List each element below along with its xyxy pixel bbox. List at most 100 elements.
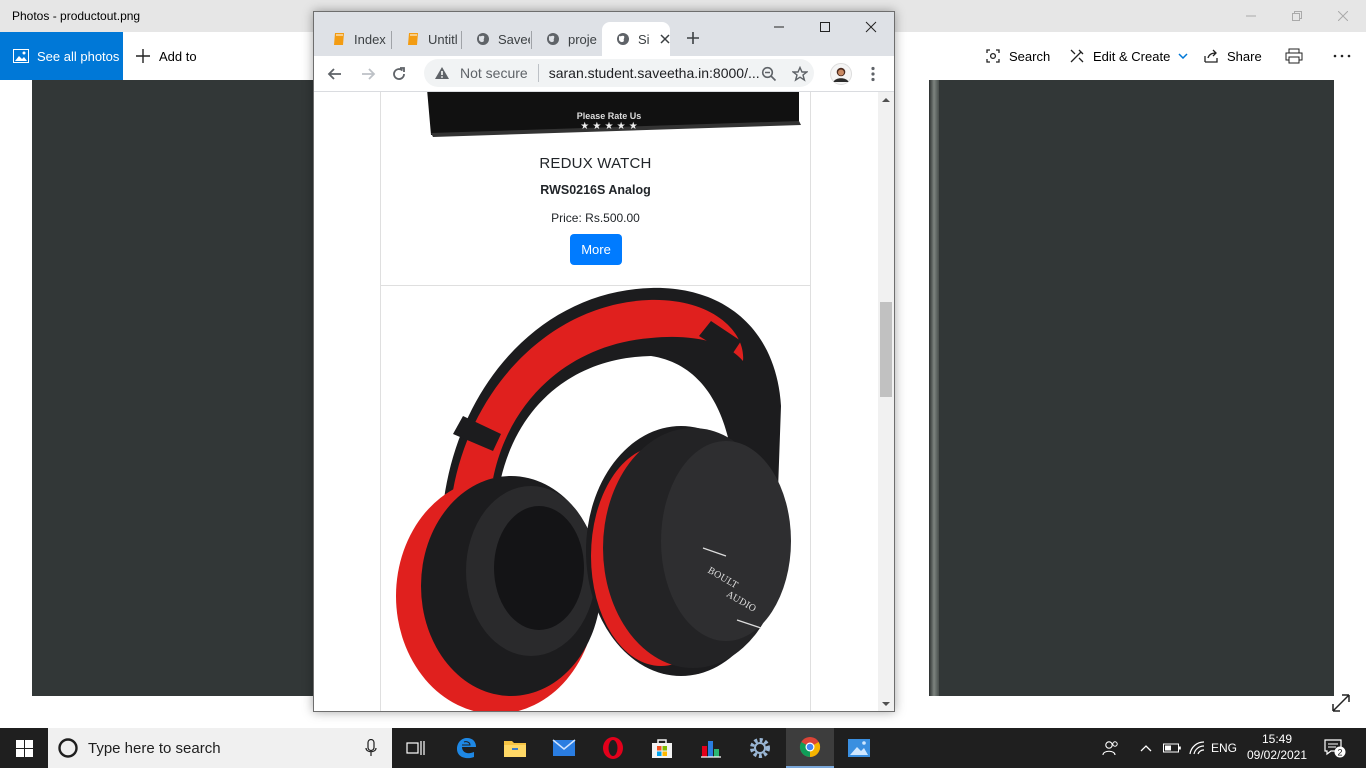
chrome-tab[interactable]: proje — [532, 22, 602, 56]
gear-icon — [750, 738, 770, 758]
chrome-maximize-button[interactable] — [812, 14, 838, 40]
tab-label: Index — [354, 31, 386, 47]
scroll-up-icon[interactable] — [878, 94, 894, 106]
zoom-button[interactable] — [756, 61, 782, 87]
taskbar-search-input[interactable]: Type here to search — [48, 728, 392, 768]
photos-app[interactable] — [835, 728, 883, 768]
opera-icon — [603, 737, 623, 759]
star-icon — [792, 66, 808, 82]
tab-label: Untitl — [428, 31, 458, 47]
reload-icon — [393, 67, 405, 80]
restore-button[interactable] — [1274, 0, 1320, 32]
scroll-down-icon[interactable] — [878, 698, 894, 710]
warning-icon — [435, 67, 449, 79]
photo-canvas-right — [929, 80, 1334, 696]
close-window-button[interactable] — [1320, 0, 1366, 32]
microphone-icon[interactable] — [365, 739, 377, 757]
avatar-icon — [830, 63, 852, 85]
start-button[interactable] — [0, 728, 48, 768]
show-hidden-icons-button[interactable] — [1136, 728, 1156, 768]
language-indicator[interactable]: ENG — [1210, 728, 1238, 768]
app-icon — [701, 741, 721, 758]
edit-create-button[interactable]: Edit & Create — [1069, 32, 1188, 80]
wifi-icon — [1189, 741, 1205, 755]
chrome-tab[interactable]: Index — [318, 22, 392, 56]
battery-icon — [1163, 743, 1181, 753]
print-button[interactable] — [1285, 32, 1303, 80]
action-center-button[interactable]: 2 — [1318, 728, 1352, 768]
search-button[interactable]: Search — [985, 32, 1050, 80]
photo-edge — [929, 80, 939, 696]
reload-button[interactable] — [386, 61, 412, 87]
more-options-button[interactable] — [1333, 32, 1351, 80]
scroll-thumb[interactable] — [880, 302, 892, 397]
tab-label: Savee — [498, 31, 530, 47]
chrome-menu-button[interactable] — [860, 61, 886, 87]
arrow-left-icon — [327, 68, 341, 80]
url-text: saran.student.saveetha.in:8000/... — [548, 65, 760, 81]
notification-count: 2 — [1337, 748, 1342, 758]
edit-create-label: Edit & Create — [1093, 48, 1171, 64]
minimize-button[interactable] — [1228, 0, 1274, 32]
headphone-image: BOULT AUDIO — [396, 287, 791, 711]
profile-avatar[interactable] — [828, 61, 854, 87]
edge-app[interactable] — [442, 728, 490, 768]
folder-icon — [504, 741, 526, 757]
more-button[interactable]: More — [570, 234, 622, 265]
chrome-close-button[interactable] — [858, 14, 884, 40]
search-placeholder: Type here to search — [88, 739, 221, 757]
forward-button[interactable] — [355, 61, 381, 87]
edge-icon — [457, 738, 476, 759]
opera-app[interactable] — [589, 728, 637, 768]
chevron-up-icon — [1140, 745, 1152, 752]
product-title: REDUX WATCH — [539, 155, 652, 172]
product-card: Please Rate Us ★ ★ ★ ★ ★ REDUX WATCH RWS… — [380, 92, 811, 286]
expand-button[interactable] — [1330, 692, 1354, 716]
people-button[interactable] — [1098, 728, 1124, 768]
chrome-tab[interactable]: Savee — [462, 22, 532, 56]
share-label: Share — [1227, 48, 1262, 64]
window-title: Photos - productout.png — [12, 9, 141, 23]
close-tab-icon[interactable] — [660, 34, 670, 44]
bookmark-button[interactable] — [787, 61, 813, 87]
mail-icon — [552, 739, 576, 756]
chrome-minimize-button[interactable] — [766, 14, 792, 40]
mail-app[interactable] — [540, 728, 588, 768]
file-explorer-app[interactable] — [491, 728, 539, 768]
see-all-photos-button[interactable]: See all photos — [0, 32, 123, 80]
page-scrollbar[interactable] — [878, 92, 894, 711]
globe-icon — [547, 33, 559, 45]
tab-label: Si — [638, 31, 650, 47]
chrome-icon — [799, 737, 821, 758]
chrome-tab-active[interactable]: Si — [602, 22, 670, 56]
tab-label: proje — [568, 31, 597, 47]
close-icon — [1338, 11, 1348, 21]
kebab-menu-icon — [871, 66, 875, 82]
new-tab-button[interactable] — [680, 25, 706, 51]
wifi-indicator[interactable] — [1186, 728, 1208, 768]
settings-app[interactable] — [736, 728, 784, 768]
chrome-tab[interactable]: Untitl — [392, 22, 462, 56]
add-to-button[interactable]: Add to — [135, 32, 197, 80]
share-button[interactable]: Share — [1203, 32, 1262, 80]
store-app[interactable] — [638, 728, 686, 768]
chrome-app[interactable] — [786, 728, 834, 768]
box-text: Please Rate Us — [577, 111, 642, 121]
search-label: Search — [1009, 48, 1051, 64]
security-label: Not secure — [460, 65, 528, 81]
plus-icon — [136, 49, 150, 63]
plus-icon — [687, 32, 699, 44]
product-model: RWS0216S Analog — [540, 183, 651, 197]
zoom-out-icon — [761, 66, 777, 82]
chart-app[interactable] — [687, 728, 735, 768]
photos-icon — [848, 739, 870, 757]
clock[interactable]: 15:49 09/02/2021 — [1244, 731, 1310, 763]
store-icon — [652, 739, 672, 758]
add-to-label: Add to — [159, 48, 197, 64]
arrow-right-icon — [362, 68, 376, 80]
edit-create-icon — [1070, 49, 1084, 63]
battery-indicator[interactable] — [1161, 728, 1183, 768]
task-view-button[interactable] — [392, 728, 440, 768]
page-viewport: Please Rate Us ★ ★ ★ ★ ★ REDUX WATCH RWS… — [314, 92, 894, 711]
back-button[interactable] — [322, 61, 348, 87]
